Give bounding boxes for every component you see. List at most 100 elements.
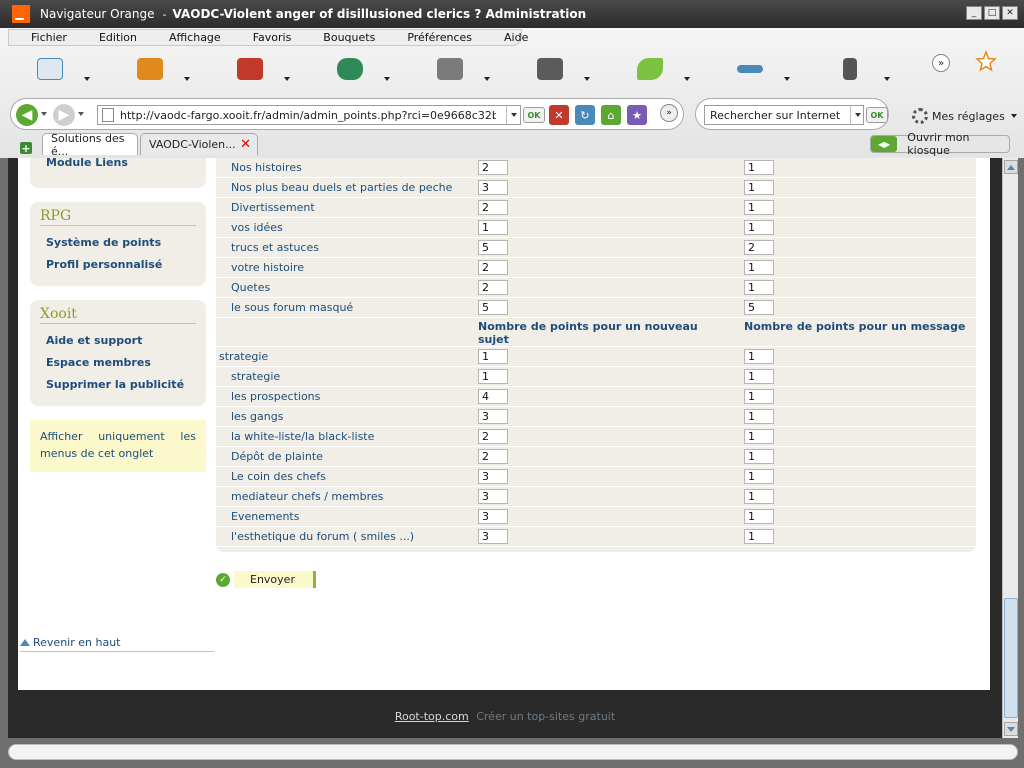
new-tab-button[interactable]: + — [20, 142, 32, 155]
toolbar-more-button[interactable]: » — [932, 54, 950, 72]
search-engine-dropdown[interactable] — [850, 105, 864, 125]
computer-dropdown-arrow[interactable] — [484, 77, 490, 81]
sidebar-item-profil-personnalise[interactable]: Profil personnalisé — [40, 254, 196, 276]
bookmark-icon[interactable]: ★ — [627, 105, 647, 125]
toolbar-camera[interactable] — [500, 47, 600, 91]
message-points-input[interactable]: 5 — [744, 300, 774, 315]
back-button[interactable]: ◀ — [16, 104, 38, 126]
url-input[interactable]: http://vaodc-fargo.xooit.fr/admin/admin_… — [120, 109, 496, 122]
sidebar-item-espace-membres[interactable]: Espace membres — [40, 352, 196, 374]
message-points-input[interactable]: 1 — [744, 509, 774, 524]
horizontal-scrollbar[interactable] — [8, 744, 1018, 760]
message-points-input[interactable]: 1 — [744, 349, 774, 364]
message-points-input[interactable]: 1 — [744, 200, 774, 215]
sidebar-item-systeme-de-points[interactable]: Système de points — [40, 232, 196, 254]
menu-favoris[interactable]: Favoris — [231, 31, 302, 44]
settings-menu[interactable]: Mes réglages — [912, 108, 1017, 124]
minimize-button[interactable]: _ — [966, 6, 982, 20]
footer-link[interactable]: Root-top.com — [395, 710, 469, 723]
topic-points-input[interactable]: 5 — [478, 300, 508, 315]
message-points-input[interactable]: 1 — [744, 280, 774, 295]
stop-icon[interactable]: ✕ — [549, 105, 569, 125]
message-points-input[interactable]: 1 — [744, 469, 774, 484]
toolbar-contacts[interactable] — [100, 47, 200, 91]
message-points-input[interactable]: 1 — [744, 369, 774, 384]
message-points-input[interactable]: 1 — [744, 449, 774, 464]
joystick-dropdown-arrow[interactable] — [884, 77, 890, 81]
toolbar-computer[interactable] — [400, 47, 500, 91]
topic-points-input[interactable]: 3 — [478, 529, 508, 544]
topic-points-input[interactable]: 2 — [478, 200, 508, 215]
message-points-input[interactable]: 1 — [744, 260, 774, 275]
scroll-down-icon[interactable] — [1004, 722, 1018, 736]
topic-points-input[interactable]: 2 — [478, 280, 508, 295]
close-window-button[interactable]: ✕ — [1002, 6, 1018, 20]
tab-solutions[interactable]: Solutions des é... — [42, 132, 138, 158]
toolbar-address-book[interactable] — [200, 47, 300, 91]
travel-dropdown-arrow[interactable] — [784, 77, 790, 81]
maximize-button[interactable]: □ — [984, 6, 1000, 20]
sidebar-item-supprimer-publicite[interactable]: Supprimer la publicité — [40, 374, 196, 396]
filter-menus-link[interactable]: Afficher uniquement les menus de cet ong… — [30, 420, 206, 472]
message-points-input[interactable]: 1 — [744, 389, 774, 404]
message-points-input[interactable]: 1 — [744, 429, 774, 444]
sidebar-item-aide-et-support[interactable]: Aide et support — [40, 330, 196, 352]
message-points-input[interactable]: 1 — [744, 220, 774, 235]
toolbar-mail[interactable] — [0, 47, 100, 91]
menu-aide[interactable]: Aide — [482, 31, 538, 44]
sidebar-item-module-liens[interactable]: Module Liens — [46, 158, 196, 166]
topic-points-input[interactable]: 1 — [478, 349, 508, 364]
toolbar-joystick[interactable] — [800, 47, 900, 91]
camera-dropdown-arrow[interactable] — [584, 77, 590, 81]
toolbar-travel[interactable] — [700, 47, 800, 91]
search-go-button[interactable]: OK — [866, 107, 888, 123]
mail-dropdown-arrow[interactable] — [84, 77, 90, 81]
vertical-scrollbar[interactable] — [1002, 158, 1018, 738]
scrollbar-thumb[interactable] — [1004, 598, 1018, 718]
close-tab-icon[interactable]: ✕ — [240, 137, 251, 152]
back-to-top-link[interactable]: Revenir en haut — [20, 636, 214, 652]
address-bar[interactable]: http://vaodc-fargo.xooit.fr/admin/admin_… — [97, 105, 521, 125]
kiosk-button[interactable]: ◀▶ Ouvrir mon kiosque — [870, 131, 1010, 157]
topic-points-input[interactable]: 2 — [478, 449, 508, 464]
favorites-star-icon[interactable] — [975, 50, 997, 72]
topic-points-input[interactable]: 1 — [478, 369, 508, 384]
topic-points-input[interactable]: 3 — [478, 489, 508, 504]
topic-points-input[interactable]: 5 — [478, 240, 508, 255]
games-dropdown-arrow[interactable] — [384, 77, 390, 81]
submit-button[interactable]: Envoyer — [234, 571, 316, 588]
back-history-dropdown[interactable] — [41, 112, 47, 116]
toolbar-leaf[interactable] — [600, 47, 700, 91]
toolbar-games[interactable] — [300, 47, 400, 91]
reload-icon[interactable]: ↻ — [575, 105, 595, 125]
topic-points-input[interactable]: 2 — [478, 429, 508, 444]
topic-points-input[interactable]: 4 — [478, 389, 508, 404]
message-points-input[interactable]: 1 — [744, 489, 774, 504]
go-button[interactable]: OK — [523, 107, 545, 123]
topic-points-input[interactable]: 2 — [478, 160, 508, 175]
forward-button[interactable]: ▶ — [53, 104, 75, 126]
message-points-input[interactable]: 1 — [744, 160, 774, 175]
topic-points-input[interactable]: 3 — [478, 469, 508, 484]
topic-points-input[interactable]: 1 — [478, 220, 508, 235]
menu-preferences[interactable]: Préférences — [385, 31, 482, 44]
menu-affichage[interactable]: Affichage — [147, 31, 231, 44]
forward-history-dropdown[interactable] — [78, 112, 84, 116]
message-points-input[interactable]: 1 — [744, 180, 774, 195]
url-history-dropdown[interactable] — [506, 106, 520, 124]
contacts-dropdown-arrow[interactable] — [184, 77, 190, 81]
message-points-input[interactable]: 1 — [744, 409, 774, 424]
address-book-dropdown-arrow[interactable] — [284, 77, 290, 81]
home-icon[interactable]: ⌂ — [601, 105, 621, 125]
menu-edition[interactable]: Edition — [77, 31, 147, 44]
search-input[interactable]: Rechercher sur Internet — [704, 105, 864, 125]
leaf-dropdown-arrow[interactable] — [684, 77, 690, 81]
tab-vaodc[interactable]: VAODC-Violen... ✕ — [140, 133, 258, 155]
topic-points-input[interactable]: 3 — [478, 409, 508, 424]
message-points-input[interactable]: 1 — [744, 529, 774, 544]
scroll-up-icon[interactable] — [1004, 160, 1018, 174]
topic-points-input[interactable]: 3 — [478, 180, 508, 195]
menu-fichier[interactable]: Fichier — [9, 31, 77, 44]
topic-points-input[interactable]: 3 — [478, 509, 508, 524]
navbar-expand-button[interactable]: » — [660, 104, 678, 122]
